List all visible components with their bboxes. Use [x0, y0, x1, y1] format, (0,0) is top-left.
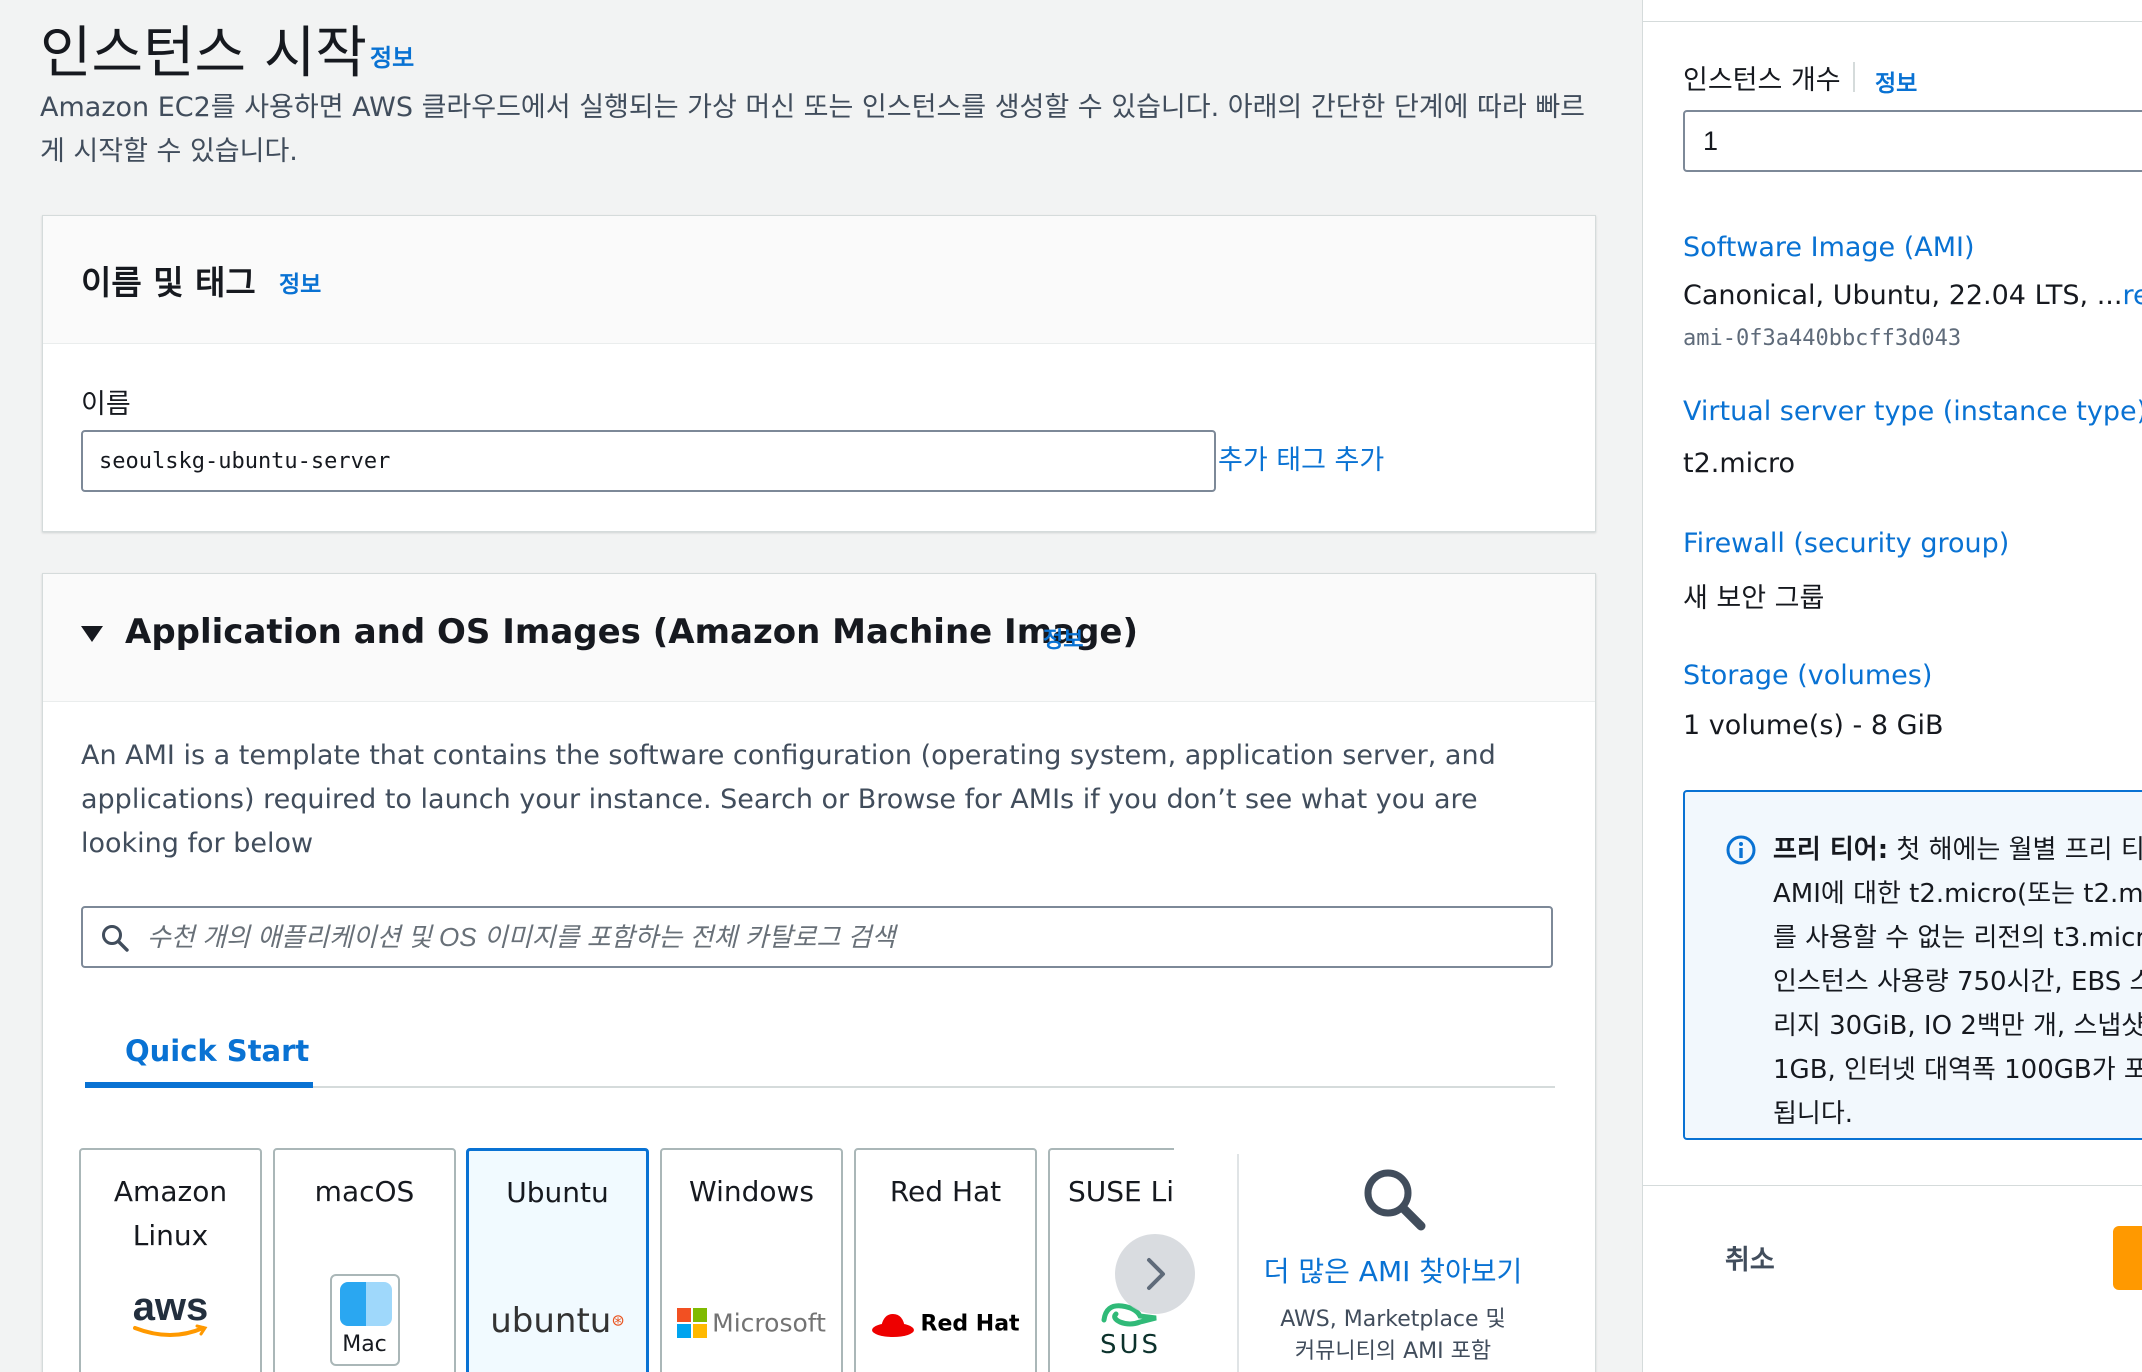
page-description: Amazon EC2를 사용하면 AWS 클라우드에서 실행되는 가상 머신 또…	[40, 92, 1586, 167]
add-tag-link[interactable]: 추가 태그 추가	[1218, 438, 1384, 477]
summary-top-border	[1643, 0, 2142, 22]
os-tile-label: Ubuntu	[506, 1176, 609, 1209]
browse-more-amis-link[interactable]: 더 많은 AMI 찾아보기	[1239, 1250, 1547, 1290]
os-tile-label: macOS	[314, 1175, 415, 1208]
summary-instance-type-value: t2.micro	[1683, 448, 1796, 479]
ami-panel-title: Application and OS Images (Amazon Machin…	[125, 612, 1139, 652]
free-tier-alert: 프리 티어: 첫 해에는 월별 프리 티어 AMI에 대한 t2.micro(또…	[1683, 790, 2142, 1140]
instance-count-info-link[interactable]: 정보	[1875, 64, 1917, 98]
ubuntu-logo-icon: ubuntu⊛	[490, 1301, 625, 1341]
ami-search-box[interactable]	[81, 906, 1553, 968]
ami-description: An AMI is a template that contains the s…	[81, 740, 1496, 859]
cancel-button[interactable]: 취소	[1725, 1238, 1775, 1277]
os-tile-label: SUSE Li	[1068, 1175, 1174, 1208]
divider	[1853, 62, 1855, 92]
microsoft-logo-icon: Microsoft	[662, 1308, 841, 1338]
os-tile-ubuntu[interactable]: Ubuntu ubuntu⊛	[466, 1148, 649, 1372]
os-tile-macos[interactable]: macOS Mac	[273, 1148, 456, 1372]
ami-search-input[interactable]	[147, 908, 1537, 966]
summary-instance-type-link[interactable]: Virtual server type (instance type)	[1683, 396, 2142, 427]
read-more-link[interactable]: read more	[2122, 280, 2142, 311]
launch-instance-button[interactable]	[2113, 1226, 2142, 1290]
os-tile-windows[interactable]: Windows Microsoft	[660, 1148, 843, 1372]
summary-storage-link[interactable]: Storage (volumes)	[1683, 660, 1932, 691]
os-tile-label: Amazon Linux	[113, 1175, 228, 1252]
name-input[interactable]	[81, 430, 1216, 492]
search-icon	[1364, 1169, 1426, 1231]
ami-panel-info-link[interactable]: 정보	[1043, 622, 1083, 654]
name-and-tags-panel: 이름 및 태그 정보 이름 추가 태그 추가	[42, 215, 1596, 532]
mac-finder-icon: Mac	[275, 1274, 454, 1366]
search-icon	[102, 925, 129, 952]
os-tile-amazon-linux[interactable]: Amazon Linux aws	[79, 1148, 262, 1372]
summary-ami-text: Canonical, Ubuntu, 22.04 LTS, ...	[1683, 280, 2123, 311]
red-hat-logo-icon: Red Hat	[856, 1310, 1035, 1338]
free-tier-text: 프리 티어: 첫 해에는 월별 프리 티어 AMI에 대한 t2.micro(또…	[1773, 828, 2142, 1136]
browse-more-amis-description: AWS, Marketplace 및 커뮤니티의 AMI 포함	[1280, 1307, 1506, 1364]
tab-quick-start[interactable]: Quick Start	[125, 1034, 309, 1068]
summary-panel: 인스턴스 개수 정보 Software Image (AMI) Canonica…	[1642, 0, 2142, 1372]
ami-tabs: Quick Start	[85, 1034, 1555, 1088]
collapse-caret-icon[interactable]	[81, 626, 103, 642]
tab-active-indicator	[85, 1082, 313, 1088]
name-panel-title: 이름 및 태그	[81, 263, 256, 302]
summary-footer: 취소	[1643, 1185, 2142, 1372]
page-title: 인스턴스 시작	[40, 21, 367, 86]
instance-count-label: 인스턴스 개수	[1683, 65, 1841, 96]
info-icon	[1726, 835, 1756, 865]
instance-count-input[interactable]	[1683, 110, 2142, 172]
os-tile-label: Windows	[689, 1175, 814, 1208]
summary-storage-value: 1 volume(s) - 8 GiB	[1683, 710, 1944, 741]
summary-ami-value: Canonical, Ubuntu, 22.04 LTS, ...read mo…	[1683, 280, 2142, 311]
summary-firewall-value: 새 보안 그룹	[1683, 583, 1825, 614]
summary-ami-link[interactable]: Software Image (AMI)	[1683, 232, 1975, 263]
os-tile-label: Red Hat	[889, 1175, 1002, 1208]
chevron-right-icon	[1147, 1258, 1165, 1290]
name-label: 이름	[81, 389, 131, 420]
carousel-next-button[interactable]	[1115, 1234, 1195, 1314]
os-tile-red-hat[interactable]: Red Hat Red Hat	[854, 1148, 1037, 1372]
launch-instance-page: 인스턴스 시작 정보 Amazon EC2를 사용하면 AWS 클라우드에서 실…	[0, 0, 2142, 1372]
free-tier-body: 첫 해에는 월별 프리 티어 AMI에 대한 t2.micro(또는 t2.mi…	[1773, 835, 2142, 1129]
summary-ami-id: ami-0f3a440bbcff3d043	[1683, 326, 1962, 351]
summary-firewall-link[interactable]: Firewall (security group)	[1683, 528, 2009, 559]
browse-more-amis[interactable]: 더 많은 AMI 찾아보기 AWS, Marketplace 및 커뮤니티의 A…	[1237, 1154, 1547, 1372]
ami-panel: Application and OS Images (Amazon Machin…	[42, 573, 1596, 1372]
page-info-link[interactable]: 정보	[370, 38, 414, 73]
name-panel-info-link[interactable]: 정보	[279, 265, 321, 299]
free-tier-title: 프리 티어:	[1773, 835, 1889, 865]
name-panel-header	[43, 216, 1595, 344]
aws-logo-icon: aws	[81, 1285, 260, 1340]
